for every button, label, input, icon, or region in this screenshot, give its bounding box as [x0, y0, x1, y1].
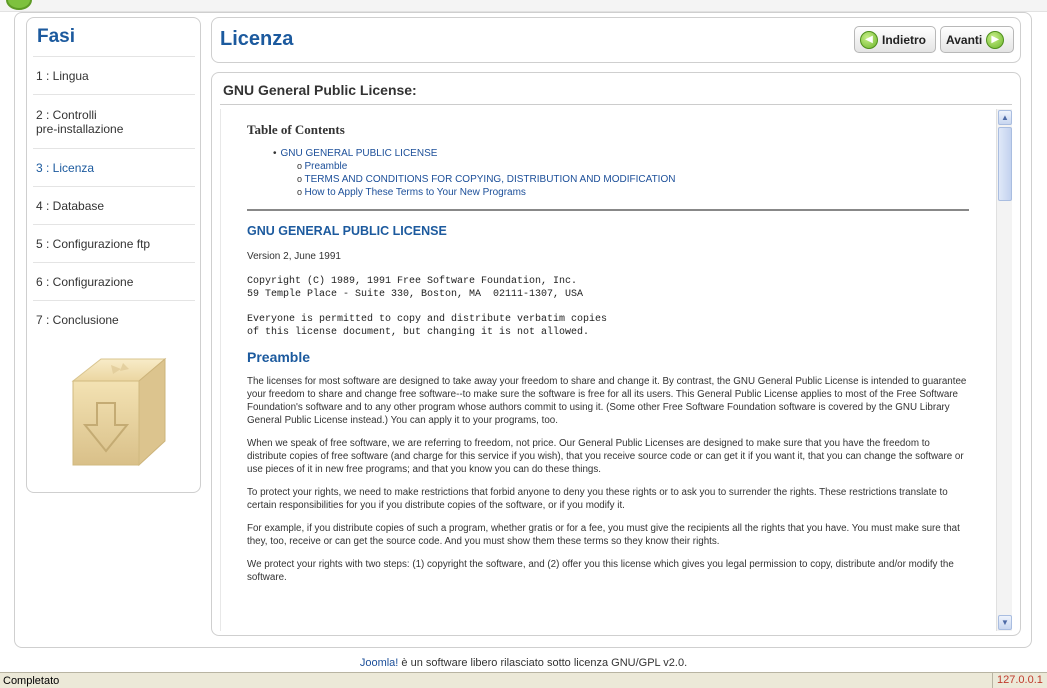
- toc-link-preamble[interactable]: Preamble: [305, 161, 348, 172]
- steps-list: 1 : Lingua 2 : Controlli pre-installazio…: [33, 56, 195, 338]
- license-paragraph: The licenses for most software are desig…: [247, 376, 967, 426]
- header-panel: Licenza ◀ Indietro Avanti ▶: [211, 17, 1021, 63]
- status-host: 127.0.0.1: [992, 673, 1047, 688]
- scroll-thumb[interactable]: [998, 127, 1012, 201]
- license-paragraph: We protect your rights with two steps: (…: [247, 559, 954, 583]
- bullet-icon: •: [273, 148, 277, 159]
- status-text: Completato: [3, 675, 60, 687]
- step-label: 2 : Controlli pre-installazione: [36, 107, 124, 136]
- arrow-left-icon: ◀: [860, 30, 878, 49]
- section-title: GNU GENERAL PUBLIC LICENSE: [247, 224, 447, 238]
- page-title: Licenza: [220, 28, 294, 50]
- footer-text: è un software libero rilasciato sotto li…: [398, 657, 688, 669]
- divider: [220, 104, 1012, 105]
- joomla-link[interactable]: Joomla!: [360, 657, 399, 669]
- preamble-title: Preamble: [247, 349, 311, 365]
- step-item-database: 4 : Database: [33, 186, 195, 224]
- toc-link-how-to-apply[interactable]: How to Apply These Terms to Your New Pro…: [305, 187, 526, 198]
- step-label: 5 : Configurazione ftp: [36, 236, 151, 251]
- install-box-icon: [71, 357, 167, 467]
- step-label: 4 : Database: [36, 198, 105, 213]
- step-item-licenza: 3 : Licenza: [33, 148, 195, 186]
- step-label: 6 : Configurazione: [36, 274, 134, 289]
- scroll-down-icon[interactable]: ▼: [998, 615, 1012, 630]
- license-paragraph: To protect your rights, we need to make …: [247, 487, 948, 511]
- toc-subitem: How to Apply These Terms to Your New Pro…: [297, 186, 981, 199]
- step-label: 1 : Lingua: [36, 68, 89, 83]
- license-text-area[interactable]: Table of Contents • GNU GENERAL PUBLIC LI…: [220, 109, 996, 631]
- logo-corner-icon: [6, 0, 32, 10]
- toc-subitem: TERMS AND CONDITIONS FOR COPYING, DISTRI…: [297, 173, 981, 186]
- license-paragraph: For example, if you distribute copies of…: [247, 523, 960, 547]
- license-heading: GNU General Public License:: [223, 82, 417, 98]
- toc-title: Table of Contents: [247, 122, 345, 137]
- license-panel: GNU General Public License: Table of Con…: [211, 72, 1021, 636]
- scroll-up-icon[interactable]: ▲: [998, 110, 1012, 125]
- step-item-lingua: 1 : Lingua: [33, 56, 195, 94]
- table-of-contents: • GNU GENERAL PUBLIC LICENSE Preamble TER…: [273, 148, 981, 199]
- toc-link-terms[interactable]: TERMS AND CONDITIONS FOR COPYING, DISTRI…: [305, 174, 676, 185]
- arrow-right-icon: ▶: [986, 30, 1005, 49]
- copyright-notice: Copyright (C) 1989, 1991 Free Software F…: [247, 276, 584, 300]
- permission-notice: Everyone is permitted to copy and distri…: [247, 314, 608, 338]
- step-item-controlli: 2 : Controlli pre-installazione: [33, 94, 195, 148]
- toc-sublist: Preamble TERMS AND CONDITIONS FOR COPYIN…: [297, 160, 981, 199]
- next-button-label: Avanti: [946, 32, 983, 47]
- back-button[interactable]: ◀ Indietro: [854, 26, 936, 53]
- license-scrollbar[interactable]: ▲ ▼: [996, 109, 1012, 631]
- horizontal-rule: [247, 209, 969, 211]
- browser-status-bar: Completato 127.0.0.1: [0, 672, 1047, 688]
- step-item-conclusione: 7 : Conclusione: [33, 300, 195, 338]
- footer: Joomla! è un software libero rilasciato …: [0, 657, 1047, 669]
- step-item-configurazione: 6 : Configurazione: [33, 262, 195, 300]
- toc-link-gpl[interactable]: GNU GENERAL PUBLIC LICENSE: [281, 148, 438, 159]
- step-label: 7 : Conclusione: [36, 312, 119, 327]
- license-content: Table of Contents • GNU GENERAL PUBLIC LI…: [221, 109, 981, 584]
- steps-sidebar: Fasi 1 : Lingua 2 : Controlli pre-instal…: [26, 17, 201, 493]
- toc-subitem: Preamble: [297, 160, 981, 173]
- sidebar-title: Fasi: [37, 26, 76, 47]
- license-paragraph: When we speak of free software, we are r…: [247, 438, 964, 475]
- back-button-label: Indietro: [882, 32, 926, 47]
- browser-top-strip: [0, 0, 1047, 12]
- step-label: 3 : Licenza: [36, 160, 95, 175]
- next-button[interactable]: Avanti ▶: [940, 26, 1014, 53]
- toc-item: • GNU GENERAL PUBLIC LICENSE Preamble TER…: [273, 148, 981, 199]
- license-version: Version 2, June 1991: [247, 251, 341, 262]
- step-item-configurazione-ftp: 5 : Configurazione ftp: [33, 224, 195, 262]
